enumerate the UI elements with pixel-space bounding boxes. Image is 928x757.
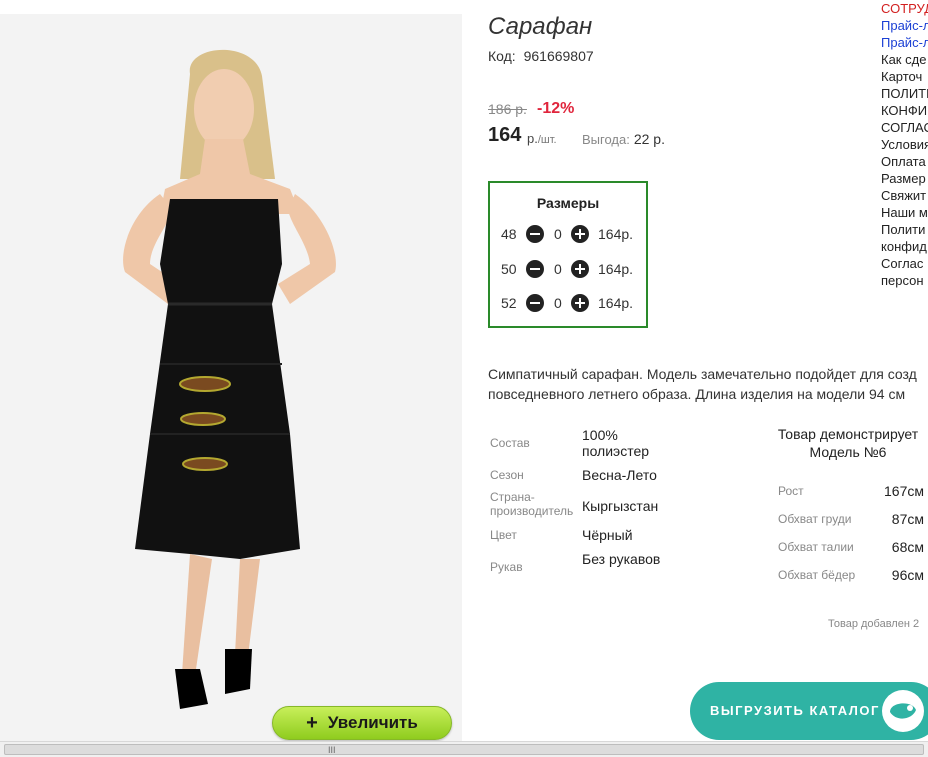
plus-icon[interactable] — [571, 294, 589, 312]
spec-row: Состав 100% полиэстер — [490, 427, 680, 461]
added-date: Товар добавлен 2 — [828, 618, 920, 630]
size-quantity: 0 — [554, 295, 562, 311]
current-price: 164 — [488, 124, 522, 146]
model-row: Обхват груди 87см — [778, 511, 928, 529]
size-quantity: 0 — [554, 261, 562, 277]
product-image — [0, 14, 462, 741]
side-link[interactable]: Полити — [881, 221, 928, 238]
plus-icon[interactable] — [571, 260, 589, 278]
description-line: повседневного летнего образа. Длина изде… — [488, 386, 906, 402]
plus-icon[interactable] — [571, 225, 589, 243]
size-price: 164р. — [598, 295, 634, 311]
scrollbar-thumb[interactable]: III — [4, 744, 924, 755]
side-link[interactable]: Карточ — [881, 68, 928, 85]
side-links: СОТРУДПрайс-лПрайс-лКак сдеКарточПОЛИТИК… — [881, 0, 928, 289]
chat-icon[interactable] — [882, 690, 924, 732]
product-title: Сарафан — [488, 13, 593, 40]
side-link[interactable]: Наши м — [881, 204, 928, 221]
model-row: Рост 167см — [778, 483, 928, 501]
model-key: Рост — [778, 484, 804, 498]
product-code: Код: 961669807 — [488, 48, 594, 64]
spec-value: Без рукавов — [582, 551, 661, 567]
minus-icon[interactable] — [526, 260, 544, 278]
description-line: Симпатичный сарафан. Модель замечательно… — [488, 366, 917, 382]
size-row: 52 0 164р. — [500, 293, 645, 313]
spec-key: Рукав — [490, 560, 523, 574]
size-label: 50 — [501, 261, 517, 277]
model-key: Обхват бёдер — [778, 568, 856, 582]
old-price: 186 р. — [488, 101, 527, 117]
product-code-label: Код: — [488, 48, 516, 64]
side-link[interactable]: Свяжит — [881, 187, 928, 204]
discount-badge: -12% — [537, 100, 575, 117]
side-link[interactable]: персон — [881, 272, 928, 289]
spec-row: Цвет Чёрный — [490, 527, 680, 545]
model-title: Товар демонстрирует Модель №6 — [768, 425, 928, 461]
model-value: 87см — [891, 511, 924, 527]
side-link[interactable]: Прайс-л — [881, 17, 928, 34]
spec-key: Сезон — [490, 468, 524, 482]
model-title-line: Товар демонстрирует — [777, 426, 919, 442]
benefit: Выгода: 22 р. — [582, 131, 665, 147]
size-quantity: 0 — [554, 226, 562, 242]
side-link[interactable]: конфид — [881, 238, 928, 255]
size-row: 50 0 164р. — [500, 259, 645, 279]
spec-row: Страна-производитель Кыргызстан — [490, 490, 680, 520]
zoom-label: Увеличить — [327, 713, 418, 732]
model-key: Обхват груди — [778, 512, 852, 526]
size-label: 52 — [501, 295, 517, 311]
spec-value: Кыргызстан — [582, 498, 659, 514]
side-link[interactable]: СОГЛАС — [881, 119, 928, 136]
product-description: Симпатичный сарафан. Модель замечательно… — [488, 364, 928, 404]
price-unit: р./шт. — [527, 131, 557, 146]
model-value: 96см — [891, 567, 924, 583]
side-link[interactable]: Как сде — [881, 51, 928, 68]
zoom-button[interactable]: + Увеличить — [272, 706, 452, 740]
side-link[interactable]: КОНФИ — [881, 102, 928, 119]
model-value: 68см — [891, 539, 924, 555]
model-key: Обхват талии — [778, 540, 854, 554]
minus-icon[interactable] — [526, 225, 544, 243]
side-link[interactable]: Размер — [881, 170, 928, 187]
model-title-line: Модель №6 — [809, 444, 887, 460]
side-link[interactable]: СОТРУД — [881, 0, 928, 17]
spec-key: Страна-производитель — [490, 490, 574, 518]
size-price: 164р. — [598, 261, 634, 277]
model-value: 167см — [884, 483, 924, 499]
export-catalog-label: ВЫГРУЗИТЬ КАТАЛОГ — [710, 703, 880, 718]
product-photo[interactable] — [0, 14, 462, 741]
scrollbar-grip: III — [328, 745, 336, 755]
plus-icon: + — [306, 712, 318, 734]
side-link[interactable]: Прайс-л — [881, 34, 928, 51]
price-currency: р. — [527, 131, 538, 146]
size-label: 48 — [501, 226, 517, 242]
export-catalog-button[interactable]: ВЫГРУЗИТЬ КАТАЛОГ — [690, 682, 928, 740]
model-row: Обхват бёдер 96см — [778, 567, 928, 585]
benefit-label: Выгода: — [582, 132, 630, 147]
spec-key: Состав — [490, 436, 530, 450]
price-per-unit: /шт. — [537, 134, 557, 146]
side-link[interactable]: Соглас — [881, 255, 928, 272]
spec-value: Весна-Лето — [582, 467, 657, 483]
spec-value: 100% полиэстер — [582, 427, 650, 459]
horizontal-scrollbar[interactable]: III — [0, 741, 928, 757]
sizes-panel: Размеры 48 0 164р. 50 0 164р. 52 0 164р. — [488, 181, 648, 328]
spec-row: Рукав Без рукавов — [490, 551, 680, 585]
spec-value: Чёрный — [582, 527, 633, 543]
product-code-value: 961669807 — [523, 48, 594, 64]
spec-key: Цвет — [490, 528, 517, 542]
side-link[interactable]: ПОЛИТИ — [881, 85, 928, 102]
chat-bubble-icon — [890, 703, 916, 719]
side-link[interactable]: Условия — [881, 136, 928, 153]
benefit-value: 22 р. — [633, 131, 665, 147]
spec-row: Сезон Весна-Лето — [490, 467, 680, 485]
side-link[interactable]: Оплата — [881, 153, 928, 170]
size-price: 164р. — [598, 226, 634, 242]
size-row: 48 0 164р. — [500, 224, 645, 244]
sizes-heading: Размеры — [536, 195, 600, 211]
minus-icon[interactable] — [526, 294, 544, 312]
model-row: Обхват талии 68см — [778, 539, 928, 557]
